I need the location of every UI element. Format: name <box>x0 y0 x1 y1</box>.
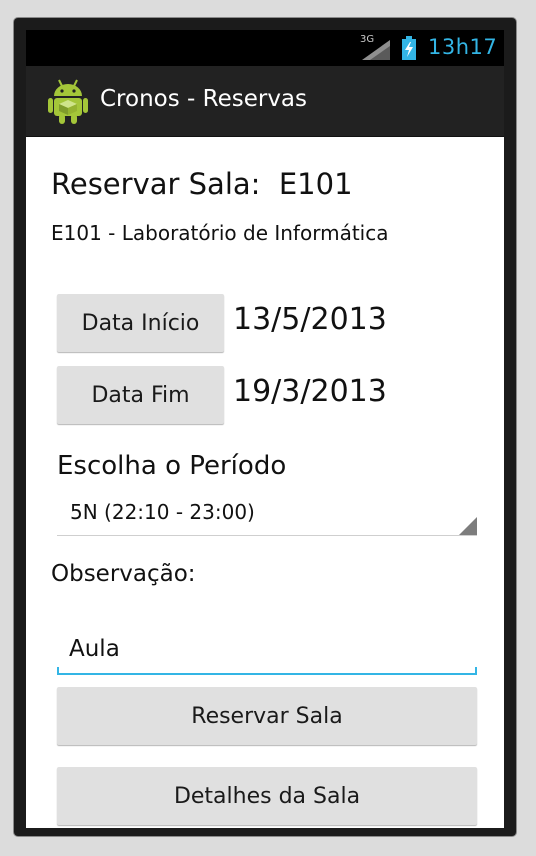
status-bar: 3G 13h17 <box>26 30 504 66</box>
action-bar: Cronos - Reservas <box>26 66 504 137</box>
end-date-value: 19/3/2013 <box>233 374 387 409</box>
reserve-room-button[interactable]: Reservar Sala <box>57 687 477 745</box>
period-select[interactable]: 5N (22:10 - 23:00) <box>57 495 477 536</box>
app-title: Cronos - Reservas <box>100 86 308 112</box>
period-selected-value: 5N (22:10 - 23:00) <box>70 500 255 524</box>
start-date-value: 13/5/2013 <box>233 302 387 337</box>
screen: 3G 13h17 Cronos - Reservas Reservar Sala… <box>26 30 504 828</box>
room-description: E101 - Laboratório de Informática <box>51 221 389 245</box>
input-edge-left <box>57 667 59 675</box>
start-date-button[interactable]: Data Início <box>57 294 224 352</box>
room-details-button[interactable]: Detalhes da Sala <box>57 767 477 825</box>
reservation-form: Reservar Sala: E101 E101 - Laboratório d… <box>26 137 504 828</box>
clock: 13h17 <box>428 35 498 59</box>
dropdown-caret-icon <box>459 517 477 535</box>
android-robot-icon[interactable] <box>48 78 88 124</box>
device-frame: 3G 13h17 Cronos - Reservas Reservar Sala… <box>14 18 516 836</box>
battery-charging-icon <box>402 36 416 60</box>
signal-icon <box>362 40 390 60</box>
input-edge-right <box>475 667 477 675</box>
observation-input[interactable] <box>57 625 477 675</box>
observation-label: Observação: <box>51 561 196 587</box>
period-label: Escolha o Período <box>57 451 287 481</box>
page-title: Reservar Sala: E101 <box>51 167 353 201</box>
end-date-button[interactable]: Data Fim <box>57 366 224 424</box>
